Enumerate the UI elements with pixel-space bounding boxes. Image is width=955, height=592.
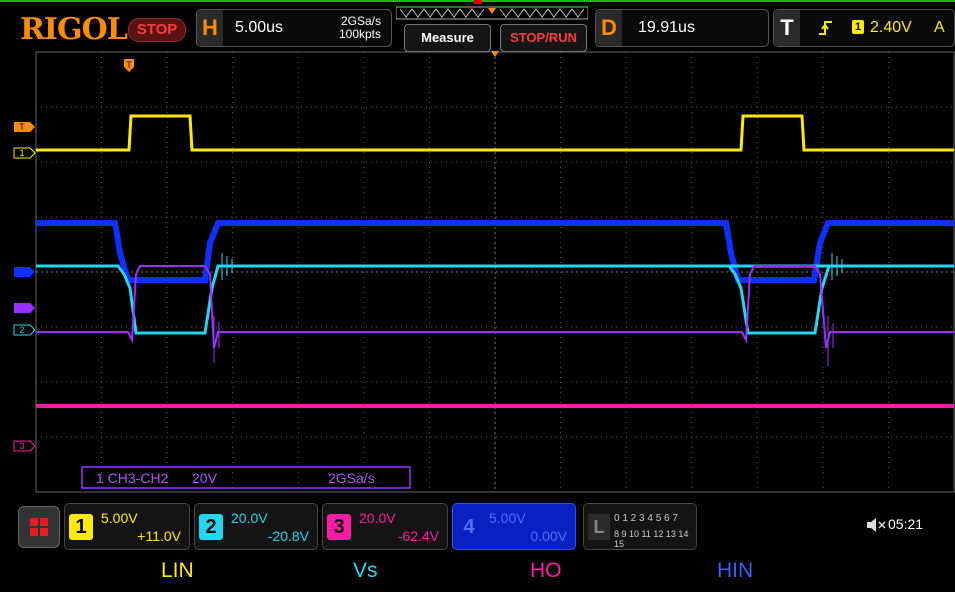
rigol-logo: RIGOL [20,12,128,47]
delay-value: 19.91us [638,19,695,36]
ch3-marker-label: 3 [19,441,24,451]
ch1-number: 1 [69,514,93,540]
trigger-source-badge: 1 [852,20,864,34]
math-ringing [213,316,834,366]
trigger-position-icon [491,51,499,57]
ch2-panel[interactable]: 2 20.0V -20.8V [194,503,318,550]
ch2-scale: 20.0V [231,510,268,526]
math-marker[interactable] [14,303,35,313]
ch3-number: 3 [327,514,351,540]
signal-label-ho: HO [530,559,562,582]
menu-button[interactable] [18,506,60,548]
signal-label-hin: HIN [717,559,754,582]
math-rate: 2GSa/s [328,470,375,486]
signal-label-vs: Vs [353,559,378,582]
rising-edge-icon [819,21,832,35]
ch4-scale: 5.00V [489,510,526,526]
ch1-scale: 5.00V [101,510,138,526]
ch4-panel[interactable]: 4 5.00V 0.00V [452,503,576,550]
trigger-time-marker-label: T [126,60,132,70]
ch4-number: 4 [457,514,481,540]
clock-time: 05:21 [888,516,924,532]
ch3-panel[interactable]: 3 20.0V -62.4V [322,503,448,550]
grid-menu-icon [30,518,48,536]
delay-panel[interactable]: D 19.91us [595,9,769,47]
trigger-level-marker-label: T [19,122,25,132]
waveform-position-indicator [396,6,588,20]
ch1-panel[interactable]: 1 5.00V +11.0V [64,503,190,550]
channel-bar: 1 5.00V +11.0V 2 20.0V -20.8V 3 20.0V -6… [0,500,955,552]
timebase-value: 5.00us [235,19,284,36]
trigger-panel[interactable]: T 1 2.40V A [773,9,955,47]
logic-letter: L [588,514,610,540]
waveform-display[interactable]: T T 1 2 3 1 CH3-CH2 20V 2GSa/s [0,48,955,496]
horizontal-letter: H [197,10,223,46]
math-scale: 20V [192,470,218,486]
run-state-badge[interactable]: STOP [128,18,186,42]
trigger-letter: T [774,10,800,46]
ch1-offset: +11.0V [137,528,181,544]
ch4-offset: 0.00V [530,528,567,544]
ch2-marker-label: 2 [19,325,24,335]
logic-channels-high: 8 9 10 11 12 13 14 15 [614,529,689,549]
ch3-offset: -62.4V [397,528,439,544]
signal-label-row: LIN Vs HO HIN [0,555,955,592]
logic-panel[interactable]: L 0 1 2 3 4 5 6 7 8 9 10 11 12 13 14 15 [583,503,697,550]
ch4-hin-trace [36,220,954,283]
math-source: 1 CH3-CH2 [96,470,169,486]
memory-depth: 100kpts [338,27,381,41]
speaker-muted-icon[interactable] [866,517,886,533]
ch3-scale: 20.0V [359,510,396,526]
signal-label-lin: LIN [161,559,194,582]
trigger-level: 2.40V [870,19,912,36]
delay-letter: D [596,10,622,46]
ch2-offset: -20.8V [267,528,309,544]
horizontal-panel[interactable]: H 5.00us 2GSa/s 100kpts [196,9,392,47]
trigger-channel: A [934,19,945,36]
ch4-marker[interactable] [14,267,35,277]
ch2-number: 2 [199,514,223,540]
header-bar: RIGOL STOP H 5.00us 2GSa/s 100kpts Measu… [0,4,955,52]
logic-channels-low: 0 1 2 3 4 5 6 7 [614,513,678,524]
ch1-marker-label: 1 [19,148,24,158]
